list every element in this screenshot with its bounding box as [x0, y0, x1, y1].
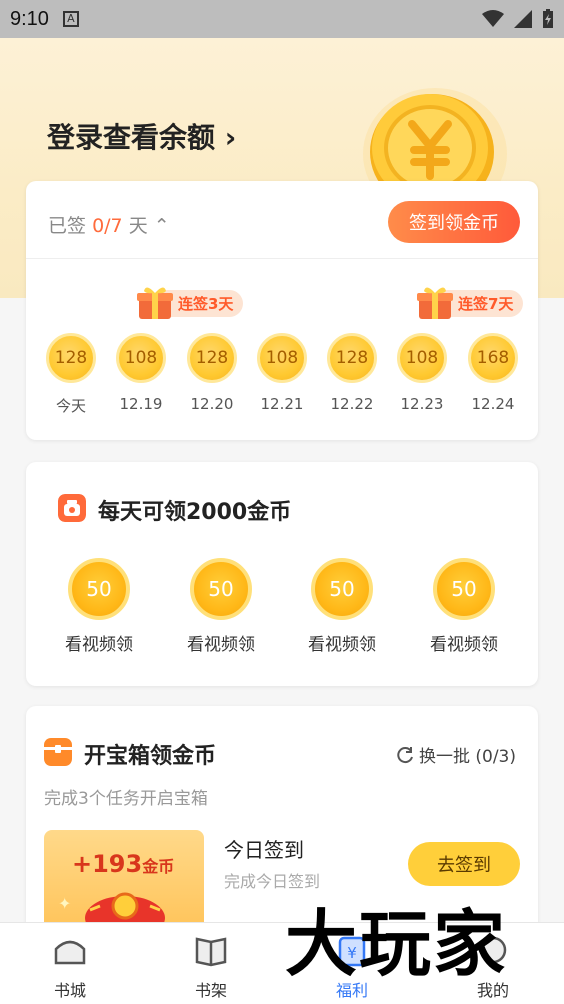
signin-day: 128 12.22 [322, 333, 382, 413]
reward-panel: +193金币 ✦ [44, 830, 204, 930]
gift-badge-7: 连签7天 [416, 285, 524, 321]
status-icons [482, 9, 554, 29]
wifi-icon [482, 10, 504, 27]
tab-label: 书架 [194, 981, 227, 1000]
video-reward-item[interactable]: 50 看视频领 [414, 558, 514, 655]
login-link[interactable]: 登录查看余额 › [47, 116, 236, 156]
tab-label: 书城 [53, 981, 86, 1000]
refresh-icon [397, 746, 413, 763]
coin-icon: 50 [311, 558, 373, 620]
day-coin: 128 [187, 333, 237, 383]
treasure-section-title: 开宝箱领金币 [84, 744, 217, 769]
coin-icon: 50 [68, 558, 130, 620]
coin-icon: 50 [433, 558, 495, 620]
day-coin: 168 [468, 333, 518, 383]
chevron-up-icon: ⌃ [153, 215, 170, 237]
day-label: 12.21 [260, 395, 304, 413]
signin-status[interactable]: 已签 0/7 天 ⌃ [48, 211, 170, 238]
battery-icon [543, 9, 553, 28]
video-reward-item[interactable]: 50 看视频领 [171, 558, 271, 655]
day-label: 今天 [55, 397, 86, 415]
coin-icon: 50 [190, 558, 252, 620]
task-title: 今日签到 [224, 838, 304, 862]
video-reward-label: 看视频领 [430, 635, 498, 655]
signin-button[interactable]: 签到领金币 [388, 201, 520, 243]
day-label: 12.20 [190, 395, 234, 413]
status-time: 9:10 [10, 7, 49, 30]
reward-unit: 金币 [142, 857, 175, 876]
signin-status-prefix: 已签 [48, 215, 87, 237]
accessibility-icon: A [62, 11, 79, 27]
signin-status-count: 0/7 [92, 215, 123, 237]
day-coin: 128 [327, 333, 377, 383]
signin-header: 已签 0/7 天 ⌃ 签到领金币 [26, 181, 538, 259]
video-reward-label: 看视频领 [308, 635, 376, 655]
day-coin: 108 [397, 333, 447, 383]
video-section-title: 每天可领2000金币 [98, 500, 292, 525]
signin-day: 168 12.24 [463, 333, 523, 413]
signal-icon [514, 10, 532, 28]
login-link-label: 登录查看余额 [47, 121, 216, 154]
treasure-box-icon [44, 738, 72, 766]
status-bar: 9:10 A [0, 0, 564, 38]
tab-bookstore[interactable]: 书城 [20, 923, 120, 1004]
day-label: 12.23 [400, 395, 444, 413]
signin-day: 128 12.20 [182, 333, 242, 413]
signin-day: 108 12.23 [392, 333, 452, 413]
watermark: 大玩家 [285, 901, 508, 986]
gift-badge-3: 连签3天 [136, 285, 244, 321]
gift-icon [137, 287, 173, 319]
video-reward-label: 看视频领 [65, 635, 133, 655]
day-label: 12.22 [330, 395, 374, 413]
piggy-bank-icon [58, 494, 86, 522]
video-reward-label: 看视频领 [187, 635, 255, 655]
refresh-button[interactable]: 换一批 (0/3) [395, 742, 516, 767]
chevron-right-icon: › [224, 121, 237, 154]
video-reward-item[interactable]: 50 看视频领 [292, 558, 392, 655]
signin-card: 已签 0/7 天 ⌃ 签到领金币 连签3天 连签7天 128 今天 108 12… [26, 181, 538, 440]
signin-day: 108 12.19 [111, 333, 171, 413]
go-signin-button[interactable]: 去签到 [408, 842, 520, 886]
day-coin: 108 [257, 333, 307, 383]
signin-day: 128 今天 [41, 333, 101, 416]
gift-icon [417, 287, 453, 319]
reward-amount: +193金币 [72, 850, 174, 878]
bookstore-icon [54, 940, 86, 965]
signin-day: 108 12.21 [252, 333, 312, 413]
video-reward-item[interactable]: 50 看视频领 [49, 558, 149, 655]
bookshelf-icon [195, 937, 227, 967]
refresh-label: 换一批 (0/3) [418, 747, 516, 767]
day-label: 12.19 [119, 395, 163, 413]
signin-status-suffix: 天 [128, 215, 148, 237]
task-subtitle: 完成今日签到 [224, 872, 321, 891]
day-label: 12.24 [471, 395, 515, 413]
day-coin: 128 [46, 333, 96, 383]
day-coin: 108 [116, 333, 166, 383]
reward-amount-value: +193 [72, 850, 143, 878]
treasure-subtitle: 完成3个任务开启宝箱 [44, 789, 208, 809]
sparkle-icon: ✦ [58, 894, 72, 913]
tab-bookshelf[interactable]: 书架 [161, 923, 261, 1004]
video-reward-card: 每天可领2000金币 50 看视频领 50 看视频领 50 看视频领 50 看视… [26, 462, 538, 686]
